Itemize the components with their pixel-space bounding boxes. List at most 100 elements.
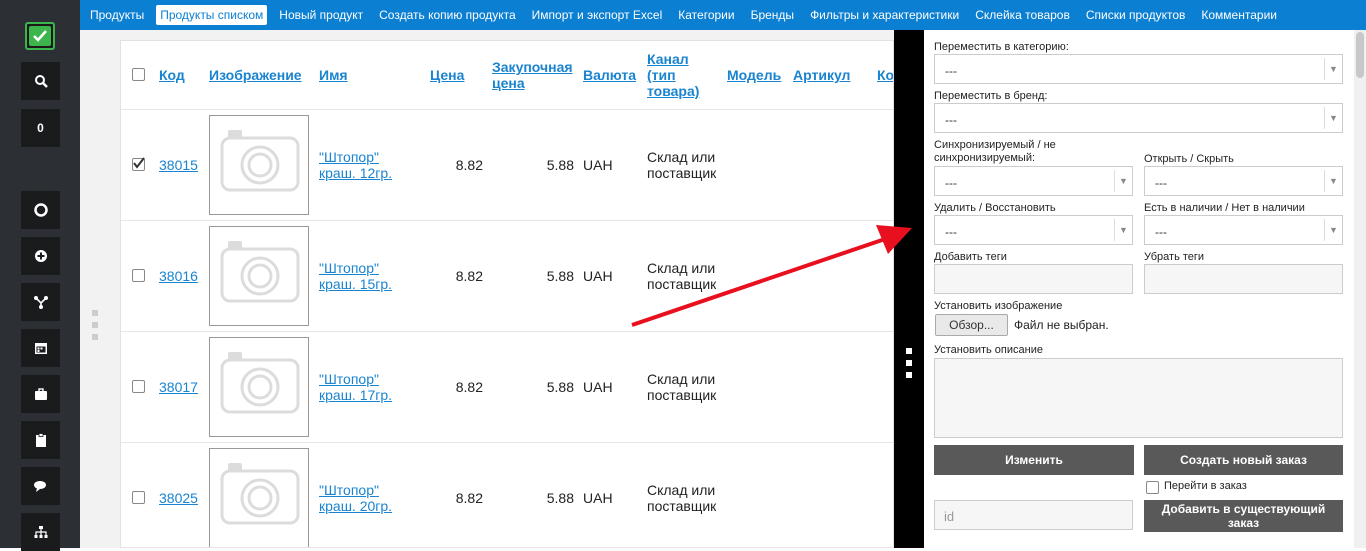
product-name[interactable]: "Штопор" краш. 17гр. bbox=[319, 371, 409, 403]
go-to-order-checkbox[interactable] bbox=[1146, 481, 1159, 494]
header-price[interactable]: Цена bbox=[430, 67, 464, 83]
delete-restore-label: Удалить / Восстановить bbox=[934, 202, 1056, 214]
product-purchase-price: 5.88 bbox=[546, 490, 574, 506]
open-hide-select[interactable]: --- ▼ bbox=[1144, 166, 1343, 196]
sitemap-icon[interactable] bbox=[21, 513, 60, 551]
top-navigation: Продукты Продукты списком Новый продукт … bbox=[80, 0, 1366, 30]
header-purchase-price-line1: Закупочная bbox=[492, 59, 573, 75]
product-currency: UAH bbox=[583, 490, 613, 506]
header-channel-line2: (тип bbox=[647, 67, 676, 83]
product-currency: UAH bbox=[583, 268, 613, 284]
create-new-order-button[interactable]: Создать новый заказ bbox=[1144, 445, 1343, 475]
delete-restore-select[interactable]: --- ▼ bbox=[934, 215, 1133, 245]
product-purchase-price: 5.88 bbox=[546, 157, 574, 173]
product-name[interactable]: "Штопор" краш. 15гр. bbox=[319, 260, 409, 292]
calendar-icon[interactable] bbox=[21, 329, 60, 367]
drag-handle-dot bbox=[92, 334, 98, 340]
open-hide-value: --- bbox=[1155, 176, 1167, 190]
sync-label-line2: синхронизируемый: bbox=[934, 152, 1036, 164]
sync-select[interactable]: --- ▼ bbox=[934, 166, 1133, 196]
sync-value: --- bbox=[945, 176, 957, 190]
header-cut[interactable]: Ко bbox=[877, 67, 893, 83]
sidebar: 0 bbox=[0, 0, 80, 551]
nav-products-list[interactable]: Продукты списком bbox=[156, 5, 268, 25]
product-code[interactable]: 38017 bbox=[159, 379, 198, 395]
header-purchase-price[interactable]: Закупочная цена bbox=[492, 59, 573, 91]
table-row: 38017 "Штопор" краш. 17гр. 8.82 5.88 UAH … bbox=[121, 331, 893, 442]
product-code[interactable]: 38025 bbox=[159, 490, 198, 506]
description-textarea[interactable] bbox=[934, 358, 1343, 438]
product-name-line2: краш. 12гр. bbox=[319, 165, 393, 181]
header-currency[interactable]: Валюта bbox=[583, 67, 636, 83]
set-image-label: Установить изображение bbox=[934, 300, 1063, 312]
remove-tags-input[interactable] bbox=[1144, 264, 1343, 294]
change-button[interactable]: Изменить bbox=[934, 445, 1134, 475]
row-checkbox[interactable] bbox=[132, 269, 145, 282]
scrollbar-thumb[interactable] bbox=[1356, 32, 1364, 78]
remove-tags-label: Убрать теги bbox=[1144, 251, 1205, 263]
header-name[interactable]: Имя bbox=[319, 67, 348, 83]
header-channel[interactable]: Канал (тип товара) bbox=[647, 51, 699, 99]
add-to-existing-order-button[interactable]: Добавить в существующий заказ bbox=[1144, 500, 1343, 532]
move-category-select[interactable]: --- ▼ bbox=[934, 54, 1343, 84]
nav-categories[interactable]: Категории bbox=[674, 5, 738, 25]
add-tags-input[interactable] bbox=[934, 264, 1133, 294]
browse-button[interactable]: Обзор... bbox=[935, 314, 1008, 336]
nav-filters[interactable]: Фильтры и характеристики bbox=[806, 5, 963, 25]
product-price: 8.82 bbox=[455, 490, 483, 506]
move-brand-select[interactable]: --- ▼ bbox=[934, 103, 1343, 133]
drag-handle[interactable] bbox=[92, 310, 98, 316]
nav-import-export[interactable]: Импорт и экспорт Excel bbox=[528, 5, 667, 25]
page-scrollbar[interactable] bbox=[1354, 30, 1366, 548]
lifebuoy-icon[interactable] bbox=[21, 191, 60, 229]
nav-comments[interactable]: Комментарии bbox=[1197, 5, 1281, 25]
search-icon[interactable] bbox=[21, 62, 60, 100]
briefcase-icon[interactable] bbox=[21, 375, 60, 413]
nav-copy-product[interactable]: Создать копию продукта bbox=[375, 5, 520, 25]
product-name-line1: "Штопор" bbox=[319, 371, 379, 387]
chevron-down-icon: ▼ bbox=[1114, 170, 1132, 192]
product-channel-line2: поставщик bbox=[647, 387, 717, 403]
chat-icon[interactable] bbox=[21, 467, 60, 505]
clipboard-icon[interactable] bbox=[21, 421, 60, 459]
chevron-down-icon: ▼ bbox=[1324, 170, 1342, 192]
product-code[interactable]: 38015 bbox=[159, 157, 198, 173]
header-model[interactable]: Модель bbox=[727, 67, 781, 83]
placeholder-image bbox=[209, 448, 309, 547]
product-name[interactable]: "Штопор" краш. 20гр. bbox=[319, 482, 409, 514]
panel-handle-dot bbox=[906, 360, 912, 366]
row-checkbox[interactable] bbox=[132, 157, 145, 171]
product-code[interactable]: 38016 bbox=[159, 268, 198, 284]
logo-checkmark-icon[interactable] bbox=[25, 22, 55, 50]
availability-select[interactable]: --- ▼ bbox=[1144, 215, 1343, 245]
product-channel-line1: Склад или bbox=[647, 371, 716, 387]
product-name-line2: краш. 17гр. bbox=[319, 387, 393, 403]
product-name-line1: "Штопор" bbox=[319, 482, 379, 498]
select-all-checkbox[interactable] bbox=[132, 68, 145, 81]
nav-products[interactable]: Продукты bbox=[86, 5, 148, 25]
nav-new-product[interactable]: Новый продукт bbox=[275, 5, 367, 25]
cart-counter[interactable]: 0 bbox=[21, 109, 60, 147]
fork-icon[interactable] bbox=[21, 283, 60, 321]
bulk-actions-panel: Переместить в категорию: --- ▼ Переместит… bbox=[924, 30, 1354, 548]
nav-merge-products[interactable]: Склейка товаров bbox=[971, 5, 1074, 25]
product-channel-line1: Склад или bbox=[647, 149, 716, 165]
product-name[interactable]: "Штопор" краш. 12гр. bbox=[319, 149, 409, 181]
annotation-arrow-icon bbox=[631, 225, 912, 327]
row-checkbox[interactable] bbox=[132, 491, 145, 504]
order-id-input[interactable]: id bbox=[934, 500, 1133, 530]
header-channel-line3: товара) bbox=[647, 83, 700, 99]
product-currency: UAH bbox=[583, 157, 613, 173]
nav-product-lists[interactable]: Списки продуктов bbox=[1082, 5, 1190, 25]
nav-brands[interactable]: Бренды bbox=[747, 5, 798, 25]
product-channel: Склад или поставщик bbox=[647, 482, 716, 514]
header-article[interactable]: Артикул bbox=[793, 67, 850, 83]
placeholder-image bbox=[209, 115, 309, 215]
header-code[interactable]: Код bbox=[159, 67, 185, 83]
row-checkbox[interactable] bbox=[132, 380, 145, 393]
plus-circle-icon[interactable] bbox=[21, 237, 60, 275]
add-to-existing-line1: Добавить в существующий bbox=[1161, 502, 1326, 516]
header-image[interactable]: Изображение bbox=[209, 67, 302, 83]
open-hide-label: Открыть / Скрыть bbox=[1144, 153, 1234, 165]
product-channel-line1: Склад или bbox=[647, 482, 716, 498]
